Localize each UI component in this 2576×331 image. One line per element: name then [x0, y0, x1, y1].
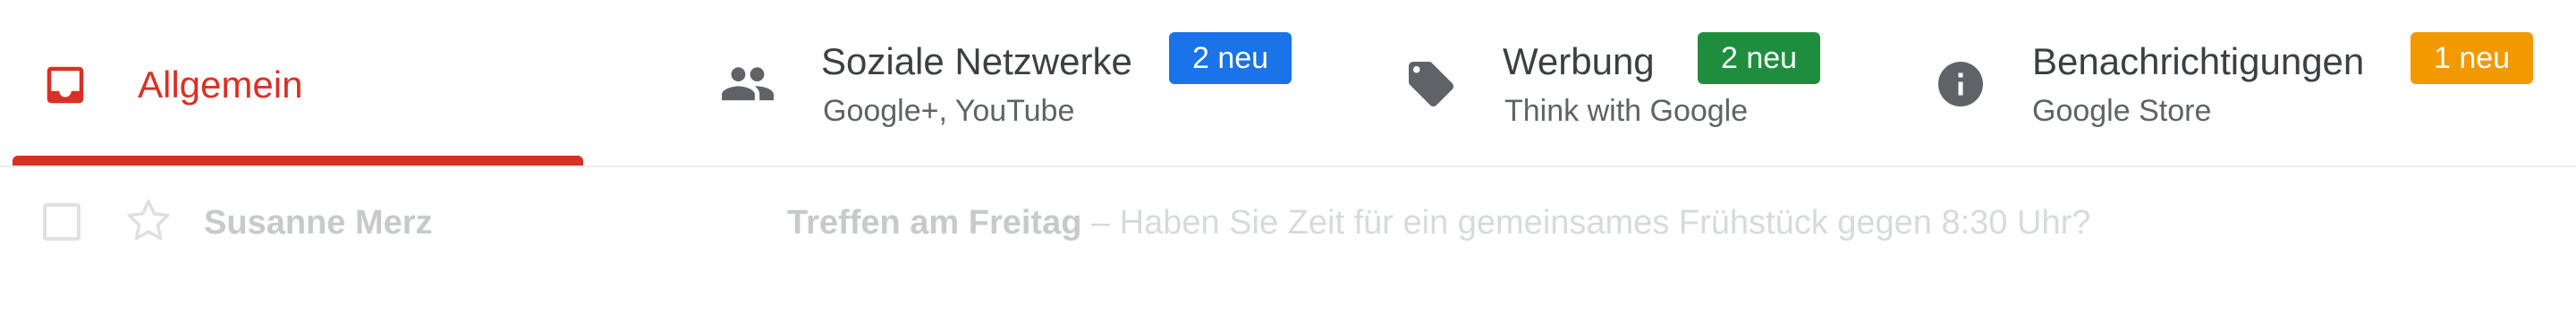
tab-benachrichtigungen[interactable]: Benachrichtigungen 1 neu Google Store [1905, 0, 2576, 166]
tab-soziale-netzwerke[interactable]: Soziale Netzwerke 2 neu Google+, YouTube [689, 0, 1333, 166]
email-snippet: Haben Sie Zeit für ein gemeinsames Frühs… [1119, 204, 2091, 242]
inbox-icon [47, 66, 84, 104]
email-sender: Susanne Merz [204, 204, 433, 242]
tab-allgemein[interactable]: Allgemein [0, 0, 599, 166]
tab-subtitle: Think with Google [1504, 94, 1749, 128]
star-icon[interactable] [122, 194, 175, 248]
tab-label: Werbung [1503, 40, 1655, 82]
people-icon [722, 67, 774, 101]
subject-separator: – [1081, 204, 1120, 242]
email-subject: Treffen am Freitag [787, 204, 1082, 242]
category-tabs: Allgemein Soziale Netzwerke 2 neu Google… [0, 0, 2576, 167]
new-count-badge: 1 neu [2411, 32, 2534, 84]
tab-werbung[interactable]: Werbung 2 neu Think with Google [1368, 0, 1869, 166]
tab-label: Allgemein [138, 64, 303, 106]
info-icon [1938, 62, 1983, 106]
tab-subtitle: Google Store [2032, 94, 2212, 128]
tab-label: Soziale Netzwerke [821, 40, 1132, 82]
tab-label: Benachrichtigungen [2032, 40, 2365, 82]
tab-subtitle: Google+, YouTube [823, 94, 1075, 128]
new-count-badge: 2 neu [1169, 32, 1292, 84]
tag-icon [1409, 62, 1453, 106]
new-count-badge: 2 neu [1698, 32, 1821, 84]
email-subject-line: Treffen am Freitag – Haben Sie Zeit für … [787, 201, 2090, 244]
email-row[interactable]: Susanne Merz Treffen am Freitag – Haben … [0, 167, 2576, 275]
select-checkbox[interactable] [43, 203, 80, 241]
